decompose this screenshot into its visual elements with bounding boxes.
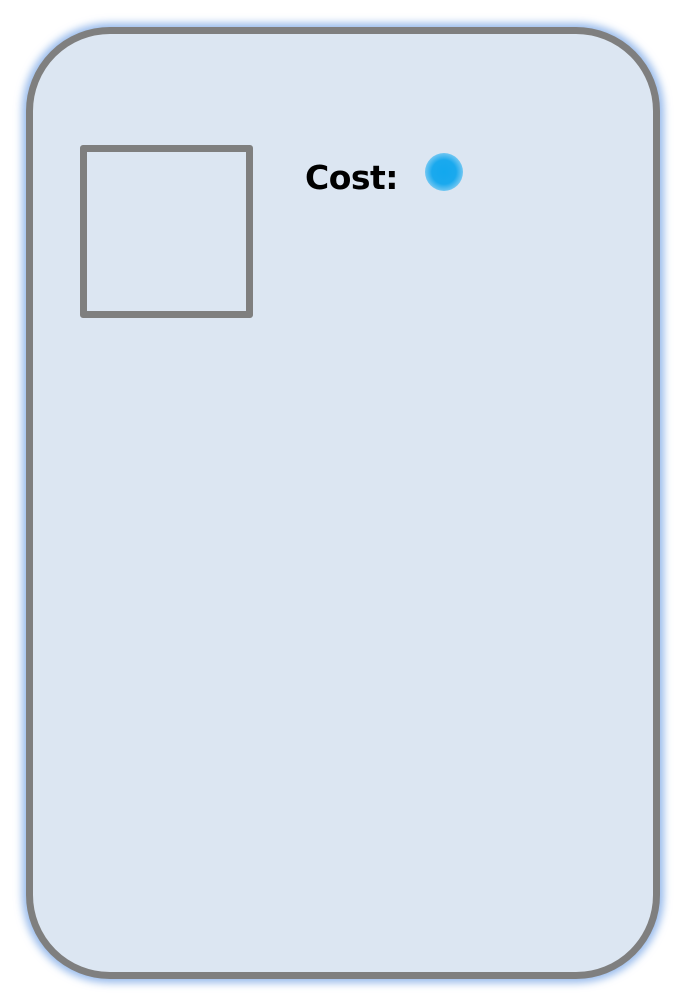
cost-gem-icon <box>425 153 463 191</box>
card-image-slot <box>80 145 253 318</box>
cost-label: Cost: <box>305 158 399 197</box>
card-frame: Cost: <box>26 27 660 979</box>
